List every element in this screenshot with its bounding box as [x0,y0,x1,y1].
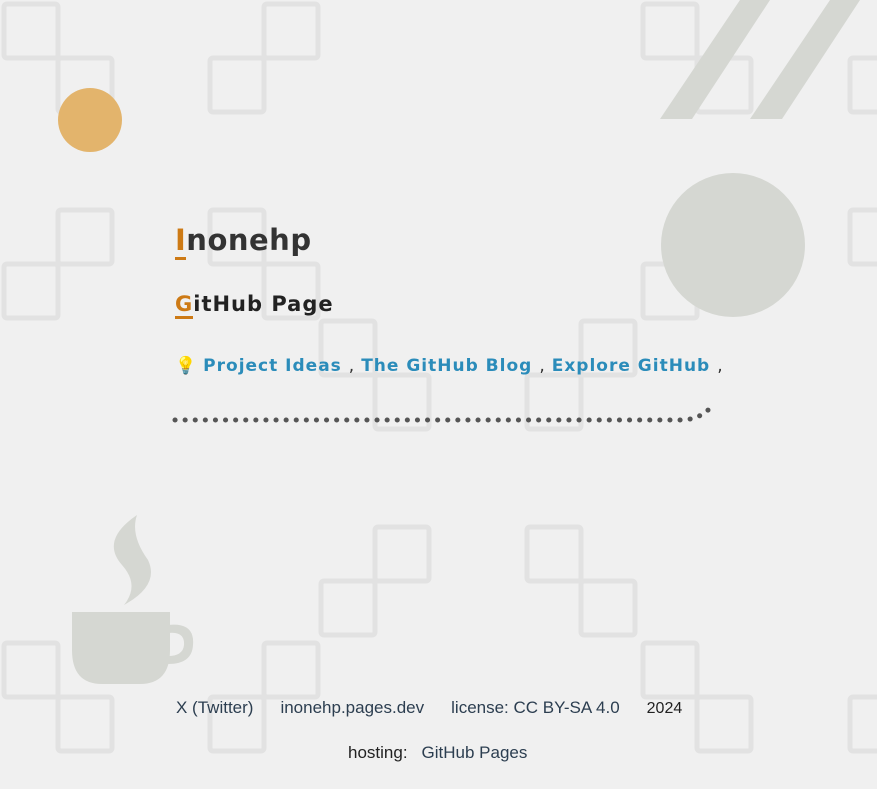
link-github-blog[interactable]: The GitHub Blog [361,356,532,376]
stripe-right [750,0,860,119]
footer-twitter-link[interactable]: X (Twitter) [176,698,253,717]
link-project-ideas[interactable]: Project Ideas [203,356,342,376]
dotted-divider [172,403,715,423]
grey-circle [661,173,805,317]
sun-circle [58,88,122,152]
footer-site-link[interactable]: inonehp.pages.dev [280,698,424,717]
link-separator: , [539,356,546,376]
link-explore-github[interactable]: Explore GitHub [552,356,711,376]
title-rest: nonehp [186,223,312,257]
lightbulb-icon: 💡 [175,356,198,376]
decorations [58,0,860,684]
subtitle-rest: itHub Page [193,292,334,316]
hosting-info: hosting: GitHub Pages [348,743,527,763]
title-first-letter: I [175,223,187,260]
coffee-cup-icon [72,515,194,684]
footer-year: 2024 [646,700,683,717]
link-separator: , [717,356,724,376]
footer: X (Twitter) inonehp.pages.dev license: CC … [176,698,709,718]
site-subtitle: GitHub Page [175,292,334,319]
links-list: 💡 Project Ideas, The GitHub Blog, Explore G… [175,356,730,376]
hosting-link[interactable]: GitHub Pages [422,743,528,762]
link-separator: , [348,356,356,376]
site-title: Inonehp [175,223,312,260]
stripe-left [660,0,770,119]
hosting-label: hosting: [348,743,408,762]
subtitle-first-letter: G [175,292,194,319]
footer-license-link[interactable]: license: CC BY-SA 4.0 [451,698,620,717]
